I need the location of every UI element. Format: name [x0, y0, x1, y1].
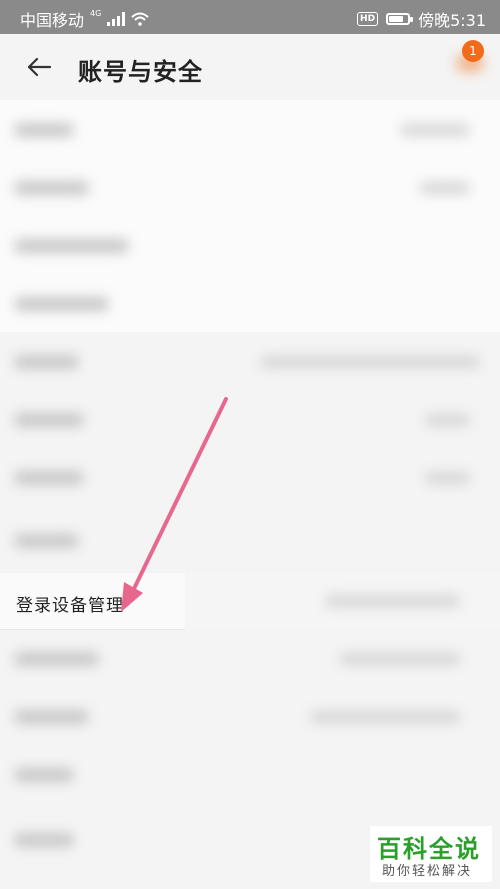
- watermark-logo: 百科全说 助你轻松解决: [370, 826, 492, 882]
- login-device-management-row[interactable]: 登录设备管理: [0, 573, 500, 630]
- list-item[interactable]: [0, 332, 500, 390]
- watermark-subtitle: 助你轻松解决: [382, 864, 473, 879]
- list-item[interactable]: [0, 274, 500, 332]
- watermark-title: 百科全说: [377, 835, 481, 863]
- page-title: 账号与安全: [78, 58, 203, 86]
- carrier-name: 中国移动: [20, 11, 85, 30]
- list-item[interactable]: [0, 216, 500, 274]
- list-item[interactable]: [0, 745, 500, 803]
- signal-icon: [107, 12, 126, 26]
- notification-badge: 1: [462, 40, 484, 62]
- list-item[interactable]: [0, 390, 500, 448]
- status-bar: 中国移动 4G HD 傍晚5:31: [0, 0, 500, 34]
- back-arrow-icon[interactable]: [24, 52, 54, 82]
- clock: 傍晚5:31: [418, 11, 486, 30]
- settings-list: [0, 100, 500, 564]
- list-item[interactable]: [0, 100, 500, 158]
- row-label: 登录设备管理: [16, 596, 124, 616]
- battery-icon: [386, 13, 414, 25]
- section-header: [0, 506, 500, 564]
- list-item[interactable]: [0, 448, 500, 506]
- wifi-icon: [131, 12, 149, 26]
- list-item[interactable]: [0, 629, 500, 687]
- row-value-blurred: [325, 595, 460, 607]
- notification-button[interactable]: 1: [452, 40, 488, 76]
- hd-icon: HD: [357, 12, 379, 26]
- app-header: 账号与安全 1: [0, 34, 500, 100]
- list-item[interactable]: [0, 687, 500, 745]
- list-item[interactable]: [0, 158, 500, 216]
- network-type: 4G: [90, 8, 102, 18]
